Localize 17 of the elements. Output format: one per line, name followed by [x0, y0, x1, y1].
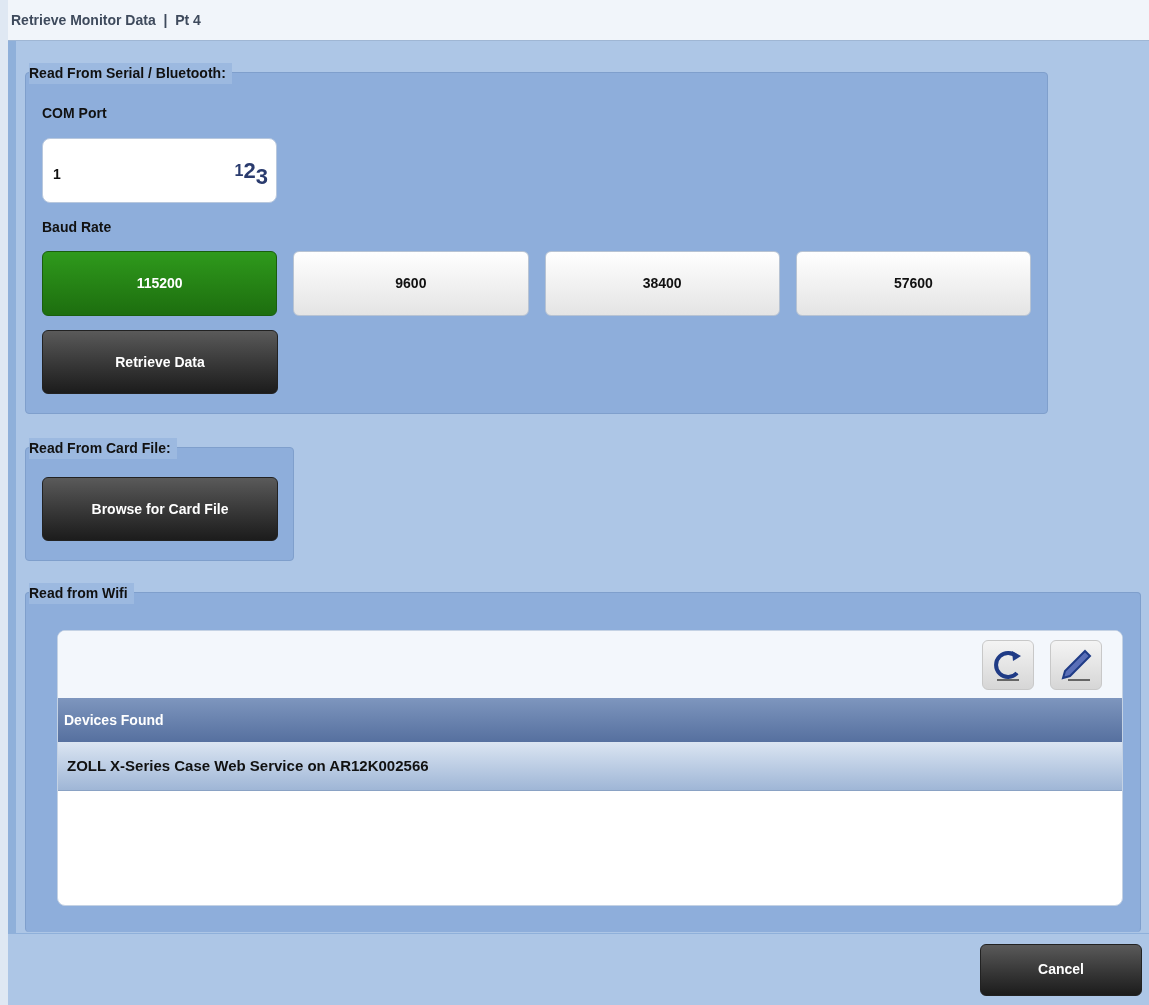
baud-rate-button[interactable]: 38400 — [544, 251, 780, 316]
retrieve-data-button[interactable]: Retrieve Data — [42, 330, 278, 394]
group-legend: Read From Serial / Bluetooth: — [29, 63, 232, 84]
group-legend: Read from Wifi — [29, 583, 134, 604]
baud-rate-button[interactable]: 9600 — [293, 251, 529, 316]
baud-rate-button[interactable]: 57600 — [795, 251, 1031, 316]
field-label: COM Port — [42, 104, 107, 123]
column-header: Devices Found — [58, 698, 1122, 742]
field-label: Baud Rate — [42, 218, 112, 237]
window-title: Retrieve Monitor Data | Pt 4 — [11, 10, 201, 30]
refresh-icon[interactable] — [982, 639, 1034, 690]
group-legend: Read From Card File: — [29, 438, 177, 459]
cancel-button[interactable]: Cancel — [980, 943, 1142, 996]
device-row[interactable]: ZOLL X-Series Case Web Service on AR12K002566 — [58, 742, 1122, 791]
edit-pencil-icon[interactable] — [1050, 639, 1102, 690]
baud-rate-button[interactable]: 115200 — [42, 251, 278, 316]
browse-card-file-button[interactable]: Browse for Card File — [42, 477, 278, 541]
